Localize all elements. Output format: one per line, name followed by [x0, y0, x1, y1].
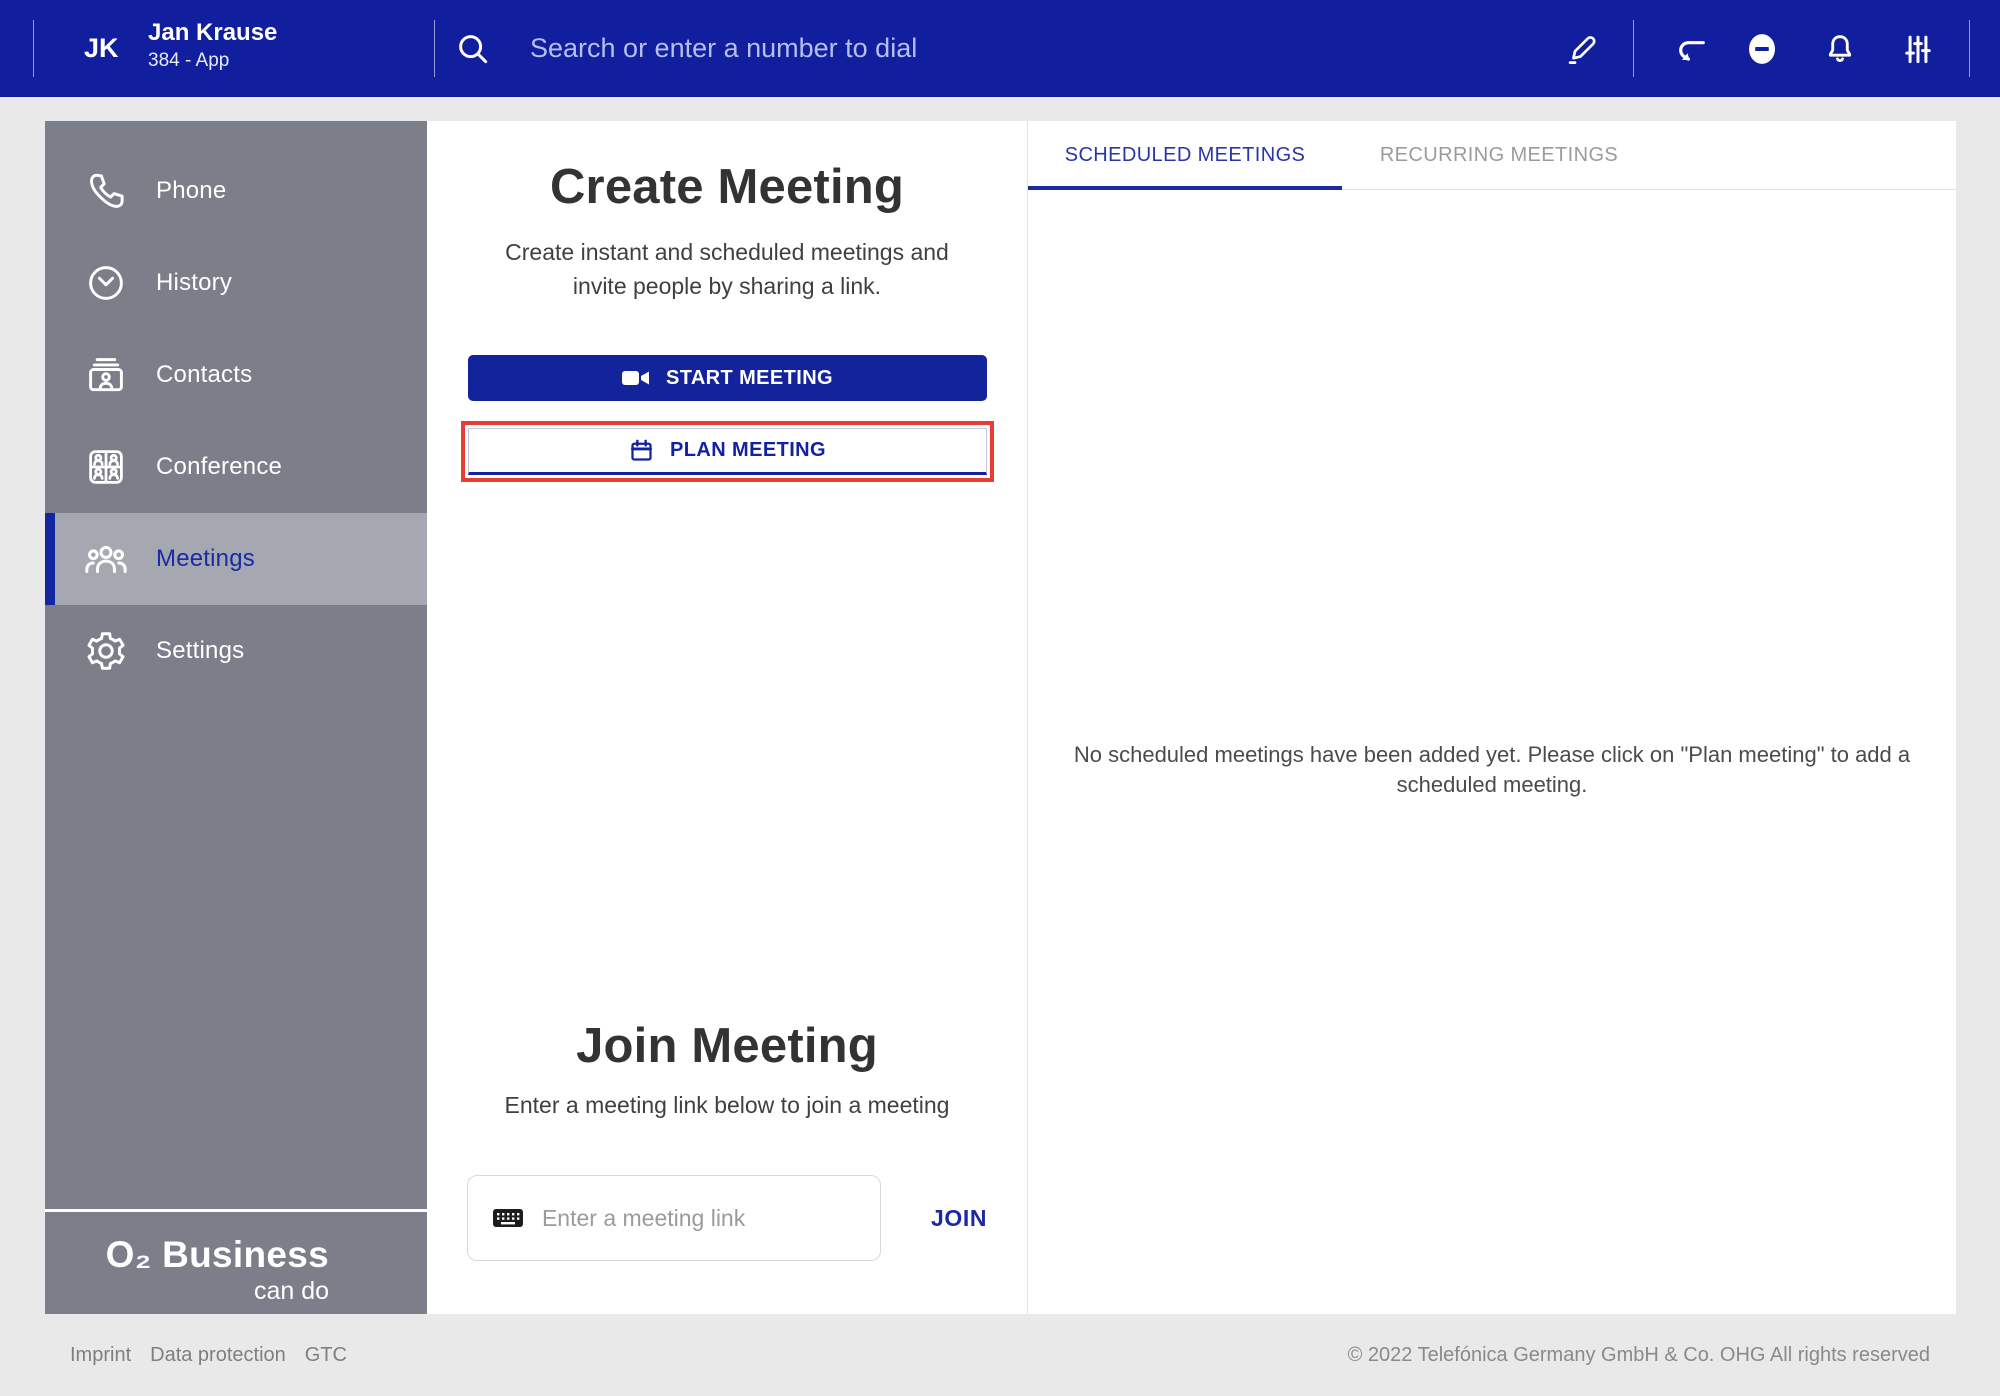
footer: Imprint Data protection GTC © 2022 Telef… [0, 1314, 2000, 1396]
sidebar: Phone History Contacts Conference Meetin… [45, 121, 427, 1209]
join-meeting-description: Enter a meeting link below to join a mee… [504, 1092, 950, 1118]
footer-links: Imprint Data protection GTC [70, 1344, 347, 1367]
meetings-tabs: SCHEDULED MEETINGS RECURRING MEETINGS [1028, 121, 1956, 190]
call-pull-icon[interactable] [1670, 30, 1708, 68]
pencil-icon[interactable] [1563, 30, 1601, 68]
footer-link-data-protection[interactable]: Data protection [150, 1344, 286, 1367]
sidebar-item-label: Settings [156, 637, 245, 664]
user-name: Jan Krause [148, 19, 278, 46]
meetings-list-panel: SCHEDULED MEETINGS RECURRING MEETINGS No… [1028, 121, 1956, 1314]
sidebar-item-label: Contacts [156, 361, 253, 388]
bell-icon[interactable] [1821, 30, 1859, 68]
start-meeting-label: START MEETING [665, 366, 834, 389]
history-icon [83, 260, 129, 306]
create-meeting-title: Create Meeting [549, 160, 905, 214]
search-input[interactable]: Search or enter a number to dial [450, 0, 1150, 97]
plan-meeting-label: PLAN MEETING [670, 439, 826, 461]
topbar-actions [1563, 0, 1970, 97]
plan-meeting-button[interactable]: PLAN MEETING [467, 428, 987, 475]
topbar-divider [1969, 20, 1970, 77]
calendar-icon [628, 437, 655, 464]
sidebar-item-settings[interactable]: Settings [45, 605, 427, 697]
footer-link-gtc[interactable]: GTC [305, 1344, 347, 1367]
avatar[interactable]: JK [84, 33, 119, 64]
create-meeting-description: Create instant and scheduled meetings an… [505, 239, 949, 299]
empty-state-message: No scheduled meetings have been added ye… [1073, 742, 1911, 797]
tab-scheduled-meetings[interactable]: SCHEDULED MEETINGS [1028, 121, 1342, 190]
settings-icon [83, 628, 129, 674]
meetings-icon [83, 536, 129, 582]
tab-recurring-meetings[interactable]: RECURRING MEETINGS [1342, 121, 1656, 189]
video-camera-icon [621, 368, 651, 388]
footer-link-imprint[interactable]: Imprint [70, 1344, 131, 1367]
create-meeting-section: Create Meeting Create instant and schedu… [427, 121, 1027, 1314]
contacts-icon [83, 352, 129, 398]
join-meeting-title: Join Meeting [576, 1019, 878, 1073]
sidebar-item-meetings[interactable]: Meetings [45, 513, 427, 605]
join-meeting-row: JOIN [427, 1175, 1027, 1261]
user-info[interactable]: Jan Krause 384 - App [148, 18, 277, 74]
meeting-link-field[interactable] [466, 1175, 881, 1261]
phone-icon [83, 168, 129, 214]
topbar-divider [434, 20, 435, 77]
topbar-divider [33, 20, 34, 77]
sidebar-item-label: Meetings [156, 545, 255, 572]
top-bar: JK Jan Krause 384 - App Search or enter … [0, 0, 2000, 97]
sidebar-item-conference[interactable]: Conference [45, 421, 427, 513]
sidebar-item-label: Conference [156, 453, 283, 480]
brand-tagline: can do [253, 1277, 329, 1305]
brand-logo: O₂ Business can do [45, 1209, 427, 1314]
start-meeting-button[interactable]: START MEETING [467, 355, 987, 401]
user-extension: 384 - App [148, 50, 230, 71]
sidebar-item-label: Phone [156, 177, 227, 204]
sidebar-item-label: History [156, 269, 233, 296]
main-panel: Create Meeting Create instant and schedu… [427, 121, 1956, 1314]
tab-label: SCHEDULED MEETINGS [1064, 143, 1306, 166]
join-button[interactable]: JOIN [931, 1205, 987, 1232]
sidebar-item-contacts[interactable]: Contacts [45, 329, 427, 421]
search-placeholder: Search or enter a number to dial [530, 33, 918, 63]
keyboard-icon [492, 1206, 524, 1230]
do-not-disturb-icon[interactable] [1743, 30, 1781, 68]
meeting-link-input[interactable] [541, 1204, 856, 1232]
app-window: JK Jan Krause 384 - App Search or enter … [0, 0, 2000, 1396]
conference-icon [83, 444, 129, 490]
plan-meeting-highlight: PLAN MEETING [460, 421, 994, 482]
search-icon [450, 26, 496, 72]
sidebar-item-history[interactable]: History [45, 237, 427, 329]
copyright-text: © 2022 Telefónica Germany GmbH & Co. OHG… [1347, 1343, 1930, 1366]
sidebar-item-phone[interactable]: Phone [45, 145, 427, 237]
topbar-divider [1633, 20, 1634, 77]
brand-logo-text: O₂ Business [105, 1234, 329, 1275]
tab-label: RECURRING MEETINGS [1379, 143, 1619, 166]
sliders-icon[interactable] [1899, 30, 1937, 68]
